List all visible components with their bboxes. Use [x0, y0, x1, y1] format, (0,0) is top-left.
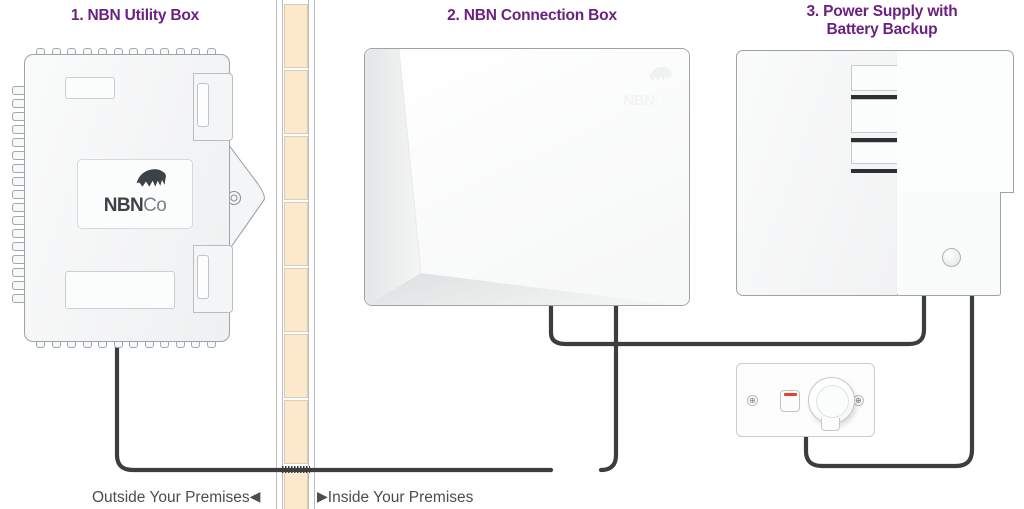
power-supply-vent-bar-2 — [851, 138, 899, 142]
power-supply-release-knob-icon[interactable] — [942, 248, 961, 267]
utility-box-label-plate-bottom — [65, 271, 175, 309]
arrow-right-icon: ▶ — [317, 488, 328, 504]
connection-box-logo-mark-icon — [649, 66, 672, 81]
logo-nbn-text: NBN — [103, 195, 144, 216]
power-outlet-wall-socket[interactable]: ⊕ ⊕ — [736, 363, 875, 437]
outlet-socket-inner — [816, 385, 849, 418]
wall-brick — [284, 70, 308, 134]
utility-box-latch-tab-bottom[interactable] — [197, 255, 209, 299]
cable-connection-to-power — [548, 303, 911, 347]
wall-brick — [284, 268, 308, 332]
wall-line-outer-left — [276, 0, 278, 509]
utility-box-latch-tab-top[interactable] — [197, 83, 209, 127]
nbnco-logo-wordmark: NBNCo — [78, 196, 192, 215]
power-supply-vent-3 — [851, 142, 899, 164]
wall-brick — [284, 334, 308, 398]
outlet-switch-indicator-led — [784, 393, 797, 397]
power-supply-battery-compartment — [897, 192, 1001, 296]
nbnco-logo-plate: NBNCo — [77, 159, 193, 229]
connection-box-nbnco-logo: NBNCo — [601, 66, 673, 108]
label-outside-premises: Outside Your Premises◀ — [92, 487, 260, 507]
arrow-left-icon: ◀ — [249, 488, 261, 504]
utility-box-label-plate-top — [65, 77, 115, 99]
wall-brick — [284, 136, 308, 200]
power-supply-vent-1 — [851, 65, 899, 91]
cable-power-supply-data — [906, 293, 927, 347]
outlet-plug-neck — [821, 418, 840, 431]
power-supply-vent-bar-3 — [851, 169, 899, 173]
page-title-power-supply: 3. Power Supply with Battery Backup — [806, 3, 958, 38]
outlet-screw-left-icon: ⊕ — [747, 395, 758, 406]
wall-brick — [284, 400, 308, 464]
outlet-socket[interactable] — [808, 377, 855, 424]
label-inside-premises: ▶Inside Your Premises — [317, 487, 473, 507]
cb-logo-co-text: Co — [654, 92, 674, 109]
logo-co-text: Co — [143, 195, 167, 216]
power-supply-enclosure-left — [736, 50, 899, 296]
power-supply-vent-bar-1 — [851, 95, 899, 99]
cable-utility-to-connection — [114, 344, 554, 473]
nbn-utility-box[interactable]: NBNCo — [12, 48, 265, 348]
wall-brick — [284, 202, 308, 266]
nbn-installation-diagram: NBNCo NBNCo ⊕ ⊕ 1. NBN Utility Box 2. NB… — [0, 0, 1024, 509]
connection-box-logo-wordmark: NBNCo — [601, 93, 673, 108]
nbn-connection-box[interactable]: NBNCo — [364, 48, 690, 306]
label-inside-text: Inside Your Premises — [327, 489, 474, 506]
utility-box-body: NBNCo — [24, 54, 233, 342]
wall-line-inner-right — [308, 0, 310, 509]
power-supply-vent-2 — [851, 99, 899, 133]
nbnco-logo-mark-icon — [136, 169, 166, 187]
power-supply-with-battery-backup[interactable]: SYSTEM STATUSBATTERY POWERREPLACE BATTER… — [736, 50, 1014, 296]
wall-brick — [284, 4, 308, 68]
page-title-connection-box: 2. NBN Connection Box — [447, 7, 617, 24]
page-title-utility-box: 1. NBN Utility Box — [70, 7, 200, 24]
cable-connection-bottom-drop — [598, 303, 619, 473]
wall-line-outer-right — [314, 0, 316, 509]
cb-logo-nbn-text: NBN — [623, 92, 655, 109]
outlet-rocker-switch[interactable] — [780, 390, 800, 412]
cable-wall-penetration-icon — [282, 466, 310, 473]
premises-wall — [274, 0, 316, 509]
label-outside-text: Outside Your Premises — [92, 489, 250, 506]
power-supply-control-panel[interactable]: SYSTEM STATUSBATTERY POWERREPLACE BATTER… — [897, 50, 1014, 193]
